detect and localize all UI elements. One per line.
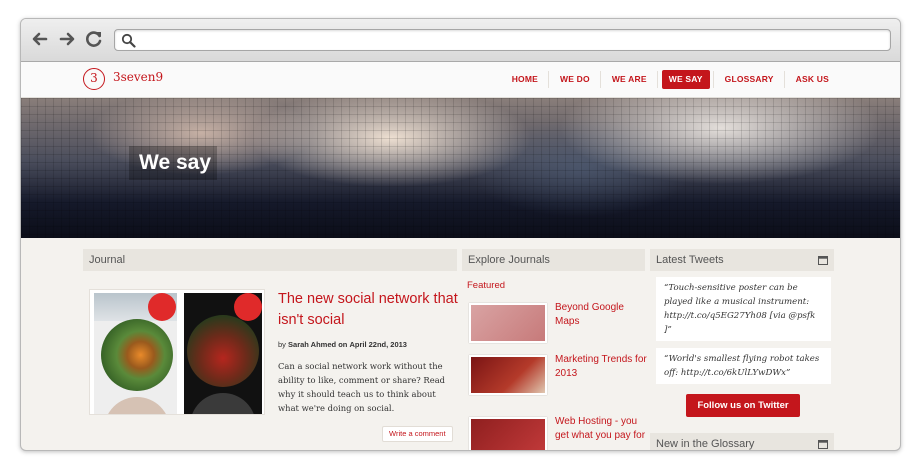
reload-icon[interactable] [83,28,105,50]
forward-arrow-icon[interactable] [56,28,78,50]
post-meta: by Sarah Ahmed on April 22nd, 2013 [278,340,407,349]
explore-heading: Explore Journals [462,249,645,271]
featured-label: Featured [467,280,506,291]
explore-item-label[interactable]: Web Hosting - you get what you pay for [555,415,647,443]
tweet: “World's smallest flying robot takes off… [656,348,831,384]
follow-twitter-button[interactable]: Follow us on Twitter [686,394,800,417]
post-date: April 22nd, 2013 [349,340,407,349]
address-bar[interactable] [114,29,891,51]
nav-we-do[interactable]: WE DO [548,70,597,89]
browser-toolbar [21,19,900,62]
back-arrow-icon[interactable] [29,28,51,50]
logo-text[interactable]: 3seven9 [113,70,163,84]
tweets-heading: Latest Tweets [650,249,834,271]
main-nav: HOME WE DO WE ARE WE SAY GLOSSARY ASK US [497,70,836,89]
post-title[interactable]: The new social network that isn't social [278,289,458,331]
post-author: Sarah Ahmed [288,340,337,349]
explore-item[interactable]: Marketing Trends for 2013 [467,353,647,407]
browser-window: 3 3seven9 HOME WE DO WE ARE WE SAY GLOSS… [20,18,901,451]
explore-item[interactable]: Beyond Google Maps [467,301,647,355]
explore-item-label[interactable]: Beyond Google Maps [555,301,650,329]
calendar-icon [818,256,828,265]
search-icon [121,33,136,48]
nav-we-are[interactable]: WE ARE [599,70,654,89]
explore-thumbnail [469,303,547,343]
write-comment-button[interactable]: Write a comment [382,426,453,442]
tweet: “Touch-sensitive poster can be played li… [656,277,831,341]
nav-ask-us[interactable]: ASK US [783,70,836,89]
glossary-heading: New in the Glossary [650,433,834,450]
logo-mark[interactable]: 3 [83,68,105,90]
nav-home[interactable]: HOME [505,70,545,89]
site-header: 3 3seven9 HOME WE DO WE ARE WE SAY GLOSS… [21,62,900,98]
explore-item[interactable]: Web Hosting - you get what you pay for [467,415,647,450]
post-image[interactable] [89,289,265,415]
explore-thumbnail [469,417,547,450]
nav-glossary[interactable]: GLOSSARY [712,70,781,89]
journal-heading: Journal [83,249,457,271]
calendar-icon [818,440,828,449]
nav-we-say[interactable]: WE SAY [656,70,710,89]
post-excerpt: Can a social network work without the ab… [278,361,446,413]
hero-title: We say [129,146,217,180]
explore-item-label[interactable]: Marketing Trends for 2013 [555,353,650,381]
hero-banner: We say [21,98,900,238]
explore-thumbnail [469,355,547,395]
